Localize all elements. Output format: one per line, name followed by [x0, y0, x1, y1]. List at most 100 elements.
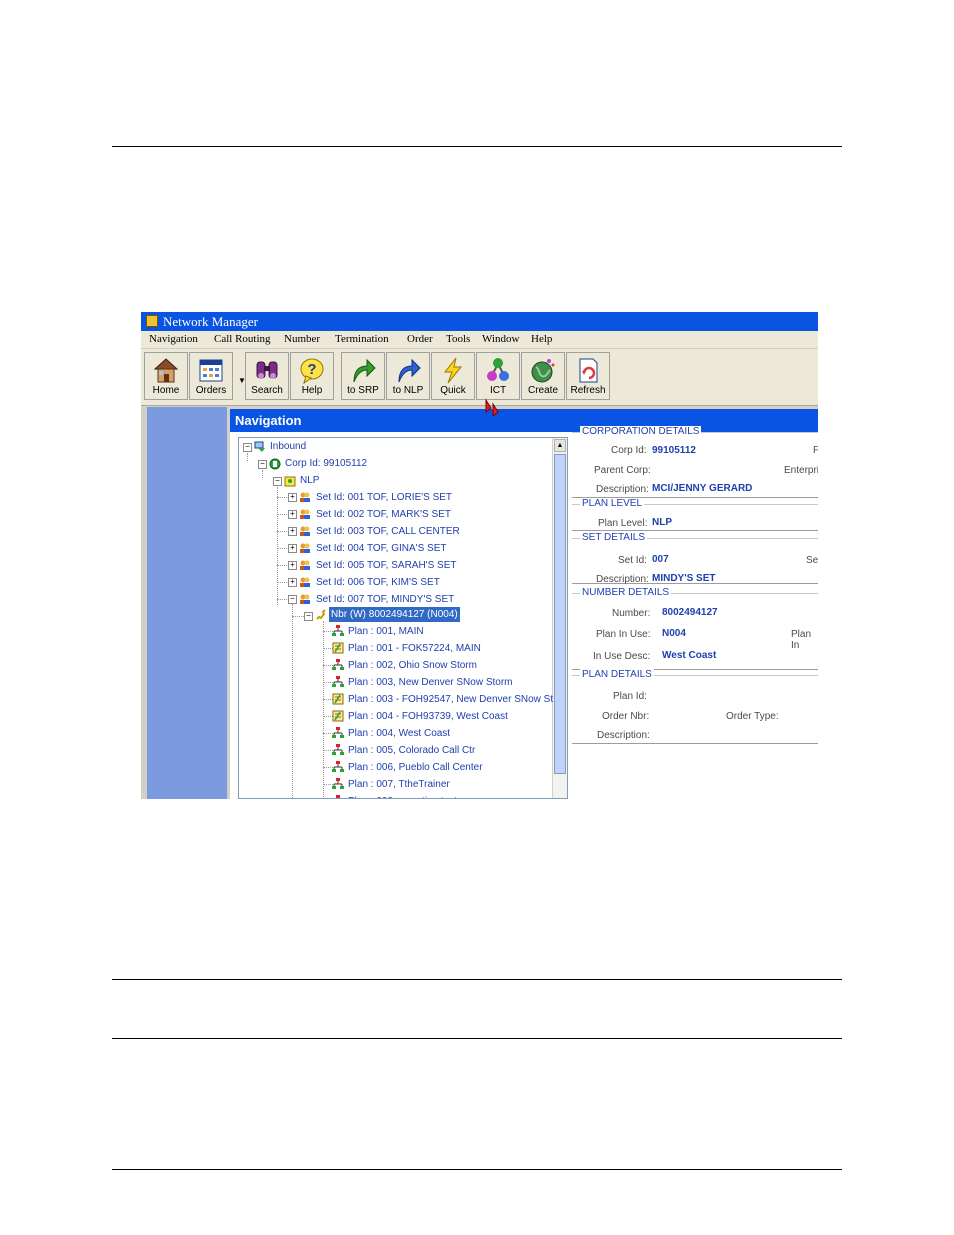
tree-node-plan[interactable]: Plan : 007, TtheTrainer	[348, 777, 450, 792]
menu-help[interactable]: Help	[531, 331, 552, 348]
tree-guide	[277, 487, 278, 605]
collapse-toggle-icon[interactable]: −	[258, 460, 267, 469]
to-srp-button[interactable]: to SRP	[341, 352, 385, 400]
menu-window[interactable]: Window	[482, 331, 519, 348]
tree-node-plan[interactable]: Plan : 004, West Coast	[348, 726, 450, 741]
tree-node-plan[interactable]: Plan : 003 - FOH92547, New Denver SNow S…	[348, 692, 553, 707]
collapse-toggle-icon[interactable]: −	[288, 595, 297, 604]
tree-node-plan[interactable]: Plan : 001 - FOK57224, MAIN	[348, 641, 481, 656]
tree-node-plan[interactable]: Plan : 008, reporting test	[348, 794, 457, 798]
refresh-button[interactable]: Refresh	[566, 352, 610, 400]
navigation-title: Navigation	[235, 413, 302, 428]
tree-node-corp[interactable]: Corp Id: 99105112	[285, 456, 367, 471]
details-panel: CORPORATION DETAILS Corp Id: 99105112 F …	[570, 426, 818, 799]
tree-node-plan[interactable]: Plan : 001, MAIN	[348, 624, 424, 639]
menu-termination[interactable]: Termination	[335, 331, 389, 348]
menu-order[interactable]: Order	[407, 331, 433, 348]
orders-label: Orders	[195, 385, 227, 396]
scroll-thumb[interactable]	[554, 454, 566, 774]
app-icon	[146, 315, 158, 327]
plan-tree-icon	[332, 778, 344, 789]
scroll-up-arrow-icon[interactable]: ▲	[554, 439, 566, 452]
quick-label: Quick	[440, 385, 466, 396]
to-nlp-button[interactable]: to NLP	[386, 352, 430, 400]
corp-description-value: MCI/JENNY GERARD	[652, 483, 753, 494]
menu-navigation[interactable]: Navigation	[149, 331, 198, 348]
collapse-toggle-icon[interactable]: −	[304, 612, 313, 621]
number-value: 8002494127	[662, 607, 718, 618]
tree-scrollbar[interactable]: ▲	[552, 438, 567, 798]
create-button[interactable]: Create	[521, 352, 565, 400]
bottom-rule	[112, 1169, 842, 1170]
home-button[interactable]: Home	[144, 352, 188, 400]
tree-node-number[interactable]: Nbr (W) 8002494127 (N004)	[329, 607, 460, 622]
tree-node-plan[interactable]: Plan : 006, Pueblo Call Center	[348, 760, 483, 775]
parent-corp-label: Parent Corp:	[594, 465, 651, 476]
tree-guide	[292, 616, 304, 617]
plan-tree-icon	[332, 676, 344, 687]
expand-toggle-icon[interactable]: +	[288, 527, 297, 536]
menu-tools[interactable]: Tools	[446, 331, 470, 348]
people-group-icon	[300, 560, 310, 570]
calendar-icon	[199, 359, 223, 382]
expand-toggle-icon[interactable]: +	[288, 544, 297, 553]
collapse-toggle-icon[interactable]: −	[273, 477, 282, 486]
create-label: Create	[527, 385, 558, 396]
plan-tree-icon	[336, 795, 340, 798]
menu-call-routing[interactable]: Call Routing	[214, 331, 271, 348]
tree-node-plan[interactable]: Plan : 004 - FOH93739, West Coast	[348, 709, 508, 724]
in-use-desc-value: West Coast	[662, 650, 717, 661]
corp-right-cut-label: F	[813, 445, 818, 456]
window-title: Network Manager	[163, 314, 258, 329]
tree-guide	[262, 470, 263, 478]
title-bar: Network Manager	[141, 312, 818, 331]
plan-level-title: PLAN LEVEL	[580, 498, 645, 509]
corp-id-value: 99105112	[652, 445, 696, 456]
middle-rule-1	[112, 979, 842, 980]
people-group-icon	[300, 594, 310, 604]
top-rule	[112, 146, 842, 147]
to-srp-label: to SRP	[347, 385, 379, 396]
expand-toggle-icon[interactable]: +	[288, 561, 297, 570]
tree-node-plan[interactable]: Plan : 002, Ohio Snow Storm	[348, 658, 477, 673]
nlp-icon	[284, 476, 296, 487]
plan-order-icon	[332, 642, 344, 654]
tree-node-set[interactable]: Set Id: 005 TOF, SARAH'S SET	[316, 558, 457, 573]
molecule-icon	[487, 358, 509, 381]
search-label: Search	[251, 385, 283, 396]
expand-toggle-icon[interactable]: +	[288, 578, 297, 587]
set-id-value: 007	[652, 554, 669, 565]
plan-in-right-cut-label: Plan In	[791, 629, 812, 651]
search-button[interactable]: Search	[245, 352, 289, 400]
menu-number[interactable]: Number	[284, 331, 320, 348]
set-description-label: Description:	[596, 574, 649, 585]
tree-node-set[interactable]: Set Id: 007 TOF, MINDY'S SET	[316, 592, 454, 607]
set-right-cut-label: Set	[806, 555, 818, 566]
middle-rule-2	[112, 1038, 842, 1039]
expand-toggle-icon[interactable]: +	[288, 493, 297, 502]
help-button[interactable]: ? Help	[290, 352, 334, 400]
set-details-title: SET DETAILS	[580, 532, 647, 543]
tree-node-plan[interactable]: Plan : 005, Colorado Call Ctr	[348, 743, 475, 758]
tree-guide	[247, 453, 248, 461]
corp-description-label: Description:	[596, 484, 649, 495]
tree-node-set[interactable]: Set Id: 003 TOF, CALL CENTER	[316, 524, 460, 539]
tree-node-inbound[interactable]: Inbound	[270, 439, 306, 454]
tree-node-set[interactable]: Set Id: 001 TOF, LORIE'S SET	[316, 490, 452, 505]
tree-node-plan[interactable]: Plan : 003, New Denver SNow Storm	[348, 675, 513, 690]
home-label: Home	[152, 385, 180, 396]
tree-node-set[interactable]: Set Id: 006 TOF, KIM'S SET	[316, 575, 440, 590]
navigation-body: ▲ − Inbound − Corp Id: 99105112 − NLP + …	[230, 426, 818, 799]
tree-node-set[interactable]: Set Id: 002 TOF, MARK'S SET	[316, 507, 451, 522]
orders-button[interactable]: Orders	[189, 352, 233, 400]
tree-node-set[interactable]: Set Id: 004 TOF, GINA'S SET	[316, 541, 446, 556]
plan-tree-icon	[332, 761, 344, 772]
tree-node-nlp[interactable]: NLP	[300, 473, 319, 488]
corp-id-label: Corp Id:	[611, 445, 647, 456]
ict-button[interactable]: ICT	[476, 352, 520, 400]
plan-order-icon	[332, 710, 344, 722]
quick-button[interactable]: Quick	[431, 352, 475, 400]
expand-toggle-icon[interactable]: +	[288, 510, 297, 519]
collapse-toggle-icon[interactable]: −	[243, 443, 252, 452]
ict-label: ICT	[489, 385, 507, 396]
